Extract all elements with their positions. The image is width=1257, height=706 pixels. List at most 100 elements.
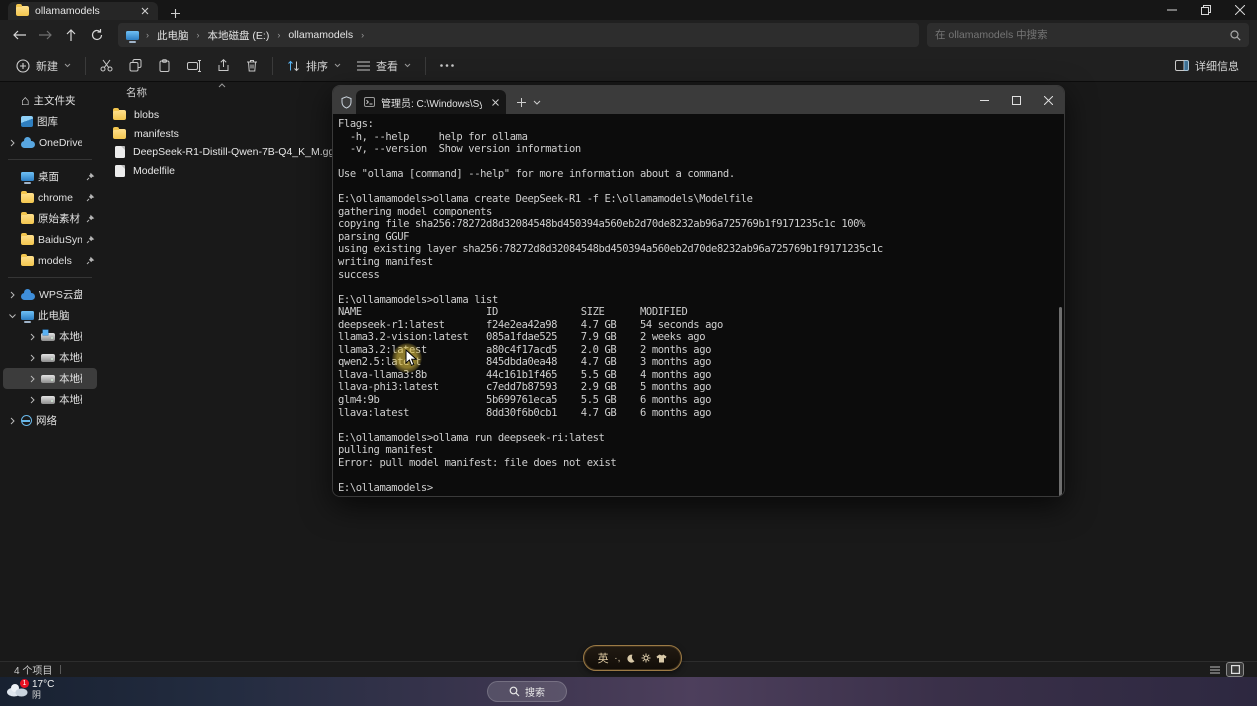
sidebar-item[interactable]: BaiduSyncdisk (3, 229, 97, 250)
sidebar-item[interactable]: 主文件夹 (3, 90, 97, 111)
breadcrumb-item[interactable]: 此电脑 (152, 26, 194, 45)
terminal-content[interactable]: Flags: -h, --help help for ollama -v, --… (333, 114, 1064, 496)
ime-skin-shirt-icon[interactable] (656, 654, 667, 663)
column-header-name[interactable]: 名称 (126, 85, 147, 100)
minimize-button[interactable] (1155, 0, 1189, 20)
more-options-button[interactable] (432, 59, 462, 72)
tab-close-icon[interactable] (138, 4, 152, 18)
sidebar-item[interactable]: 本地磁盘 (C:) (3, 326, 97, 347)
explorer-tab[interactable]: ollamamodels (8, 2, 158, 20)
sidebar-item[interactable]: 桌面 (3, 166, 97, 187)
details-view-button[interactable] (1207, 663, 1223, 676)
ime-toolbar[interactable]: 英 ·, (583, 645, 682, 671)
copy-button[interactable] (121, 54, 150, 77)
breadcrumb-separator-icon: › (194, 30, 203, 40)
restore-button[interactable] (1189, 0, 1223, 20)
weather-widget[interactable]: 1 17°C 阴 (6, 679, 54, 700)
sidebar-item-label: 此电脑 (38, 308, 82, 323)
sort-button[interactable]: 排序 (279, 53, 349, 79)
sidebar-item-icon (41, 396, 55, 404)
chevron-icon[interactable] (27, 353, 37, 363)
chevron-icon[interactable] (27, 332, 37, 342)
sidebar-item[interactable]: OneDrive (3, 132, 97, 153)
sidebar-item[interactable]: chrome (3, 187, 97, 208)
more-icon (440, 64, 454, 67)
details-pane-button[interactable]: 详细信息 (1167, 53, 1247, 79)
navigation-pane: 主文件夹 图库 (0, 83, 100, 661)
close-button[interactable] (1223, 0, 1257, 20)
terminal-scrollbar[interactable] (1059, 307, 1062, 497)
ime-moon-icon[interactable] (626, 654, 635, 663)
chevron-icon[interactable] (7, 311, 17, 321)
file-row[interactable]: DeepSeek-R1-Distill-Qwen-7B-Q4_K_M.gguf (100, 143, 330, 162)
sidebar-item[interactable]: 此电脑 (3, 305, 97, 326)
search-icon (509, 686, 520, 697)
new-tab-button[interactable] (168, 6, 182, 20)
delete-button[interactable] (238, 54, 266, 77)
file-row[interactable]: manifests (100, 125, 330, 144)
explorer-search-box[interactable] (927, 23, 1249, 47)
cut-button[interactable] (92, 54, 121, 77)
sidebar-item-icon (21, 293, 35, 300)
sidebar-divider (8, 277, 92, 278)
chevron-icon[interactable] (27, 395, 37, 405)
sidebar-item[interactable]: 网络 (3, 410, 97, 431)
terminal-output: Flags: -h, --help help for ollama -v, --… (338, 118, 1064, 494)
back-button[interactable] (6, 23, 32, 47)
sidebar-item-label: WPS云盘 (39, 287, 82, 302)
rename-button[interactable] (179, 55, 209, 77)
chevron-icon[interactable] (27, 374, 37, 384)
terminal-title-bar[interactable]: 管理员: C:\Windows\System32 (333, 86, 1064, 114)
sidebar-item[interactable]: 原始素材 (3, 208, 97, 229)
chevron-icon[interactable] (7, 416, 17, 426)
file-name: blobs (134, 109, 159, 121)
terminal-tab[interactable]: 管理员: C:\Windows\System32 (356, 90, 506, 114)
share-button[interactable] (209, 54, 238, 77)
forward-button[interactable] (32, 23, 58, 47)
sidebar-item[interactable]: 本地磁盘 (E:) (3, 368, 97, 389)
file-name: Modelfile (133, 165, 175, 177)
copy-icon (129, 59, 142, 72)
chevron-icon[interactable] (7, 290, 17, 300)
file-row[interactable]: Modelfile (100, 162, 330, 181)
address-bar[interactable]: › 此电脑 › 本地磁盘 (E:) › (118, 23, 919, 47)
ime-mode-button[interactable]: 英 (598, 650, 609, 666)
file-type-icon (115, 146, 125, 158)
search-input[interactable] (935, 29, 1230, 41)
breadcrumb-item[interactable]: 本地磁盘 (E:) (203, 26, 275, 45)
rename-icon (187, 60, 201, 72)
terminal-tab-icon (364, 97, 375, 107)
sidebar-item[interactable]: WPS云盘 (3, 284, 97, 305)
ime-punctuation-button[interactable]: ·, (614, 653, 620, 664)
terminal-tab-close-icon[interactable] (488, 95, 502, 109)
file-row[interactable]: blobs (100, 106, 330, 125)
terminal-maximize-button[interactable] (1000, 86, 1032, 114)
new-button[interactable]: 新建 (8, 53, 79, 79)
view-button[interactable]: 查看 (349, 53, 419, 79)
terminal-minimize-button[interactable] (968, 86, 1000, 114)
terminal-new-tab-button[interactable] (514, 95, 528, 109)
status-divider (60, 665, 61, 674)
terminal-tab-dropdown[interactable] (530, 95, 544, 109)
taskbar: 1 17°C 阴 搜索 (0, 677, 1257, 706)
sidebar-item[interactable]: models (3, 250, 97, 271)
taskbar-search[interactable]: 搜索 (487, 681, 567, 702)
paste-button[interactable] (150, 54, 179, 77)
large-icons-view-button[interactable] (1227, 663, 1243, 676)
chevron-icon[interactable] (7, 138, 17, 148)
refresh-button[interactable] (84, 23, 110, 47)
breadcrumb-separator-icon: › (274, 30, 283, 40)
chevron-down-icon (334, 63, 341, 68)
up-button[interactable] (58, 23, 84, 47)
details-pane-label: 详细信息 (1195, 58, 1239, 74)
breadcrumb-item[interactable]: ollamamodels (283, 27, 358, 43)
sidebar-item[interactable]: 图库 (3, 111, 97, 132)
taskbar-search-label: 搜索 (525, 684, 545, 699)
sidebar-item-icon (41, 354, 55, 362)
sidebar-item[interactable]: 本地磁盘 (D:) (3, 347, 97, 368)
sidebar-divider (8, 159, 92, 160)
terminal-close-button[interactable] (1032, 86, 1064, 114)
ime-settings-gear-icon[interactable] (641, 653, 651, 663)
new-button-label: 新建 (36, 58, 58, 74)
sidebar-item[interactable]: 本地磁盘 (F:) (3, 389, 97, 410)
